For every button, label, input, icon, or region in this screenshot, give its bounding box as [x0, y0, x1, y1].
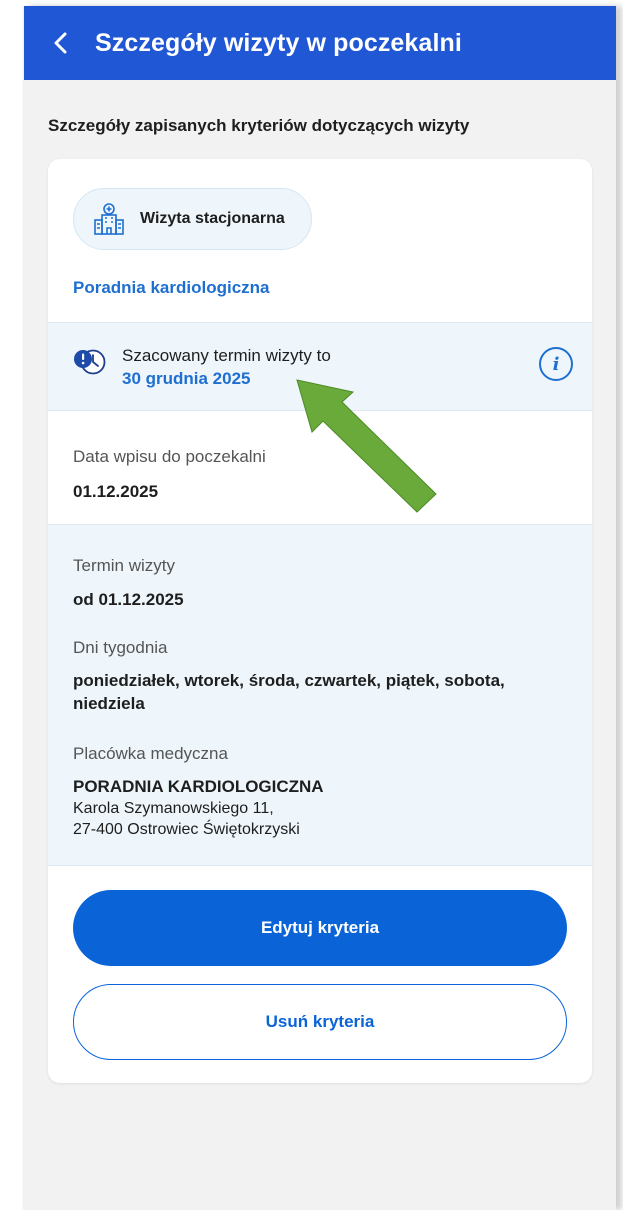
registration-date-section: Data wpisu do poczekalni 01.12.2025 [48, 411, 592, 524]
section-subtitle: Szczegóły zapisanych kryteriów dotyczący… [48, 116, 470, 135]
estimated-date-label: Szacowany termin wizyty to [122, 346, 331, 365]
info-icon[interactable]: i [539, 347, 573, 381]
phone-screen: Szczegóły wizyty w poczekalni Szczegóły … [24, 6, 616, 1210]
facility-name: PORADNIA KARDIOLOGICZNA [73, 777, 324, 796]
days-value-line1: poniedziałek, wtorek, środa, czwartek, p… [73, 671, 505, 690]
page-title: Szczegóły wizyty w poczekalni [95, 28, 462, 57]
visit-details-card: Wizyta stacjonarna Poradnia kardiologicz… [48, 159, 592, 1083]
days-label: Dni tygodnia [73, 638, 168, 657]
back-button[interactable] [24, 6, 98, 80]
facility-address-line1: Karola Szymanowskiego 11, [73, 800, 274, 817]
facility-label: Placówka medyczna [73, 744, 228, 763]
clinic-name-link[interactable]: Poradnia kardiologiczna [73, 278, 270, 298]
edit-criteria-button[interactable]: Edytuj kryteria [73, 890, 567, 966]
chevron-left-icon [54, 32, 67, 54]
visit-type-label: Wizyta stacjonarna [140, 210, 285, 227]
days-value-line2: niedziela [73, 694, 145, 713]
estimated-date-box: Szacowany termin wizyty to 30 grudnia 20… [48, 322, 592, 411]
hospital-icon [94, 203, 124, 235]
app-bar: Szczegóły wizyty w poczekalni [24, 6, 616, 80]
registration-date-label: Data wpisu do poczekalni [73, 447, 266, 466]
clock-alert-icon [74, 349, 106, 375]
term-label: Termin wizyty [73, 556, 176, 575]
criteria-section: Termin wizyty od 01.12.2025 Dni tygodnia… [48, 524, 592, 866]
estimated-date-value: 30 grudnia 2025 [122, 369, 251, 388]
facility-address-line2: 27-400 Ostrowiec Świętokrzyski [73, 821, 300, 838]
delete-criteria-button[interactable]: Usuń kryteria [73, 984, 567, 1060]
visit-type-chip: Wizyta stacjonarna [73, 188, 312, 250]
registration-date-value: 01.12.2025 [73, 482, 159, 501]
term-value: od 01.12.2025 [73, 590, 184, 609]
